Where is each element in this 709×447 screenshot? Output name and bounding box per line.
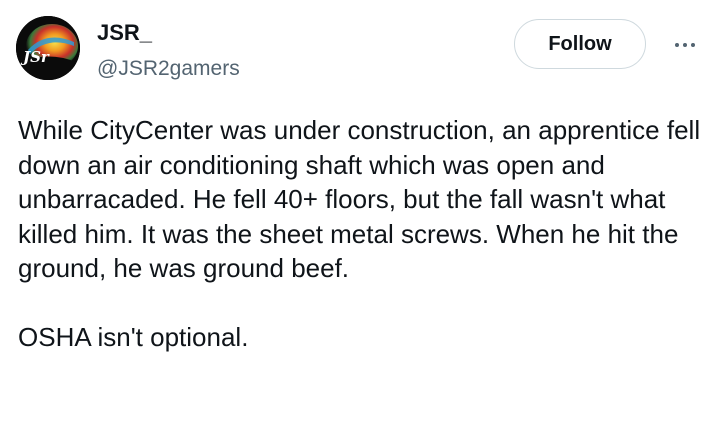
avatar-image: JSr: [16, 16, 80, 80]
tweet-text: While CityCenter was under construction,…: [18, 113, 708, 355]
more-dot: [691, 43, 695, 47]
tweet-paragraph: While CityCenter was under construction,…: [18, 115, 708, 283]
avatar[interactable]: JSr: [16, 16, 80, 80]
more-dot: [683, 43, 687, 47]
author-handle[interactable]: @JSR2gamers: [97, 56, 240, 82]
more-options-icon[interactable]: [668, 30, 702, 60]
tweet-card: JSr JSR_ @JSR2gamers Follow While CityCe…: [0, 0, 709, 447]
follow-button[interactable]: Follow: [514, 19, 646, 69]
more-dot: [675, 43, 679, 47]
avatar-logo-text: JSr: [20, 48, 50, 66]
tweet-paragraph: OSHA isn't optional.: [18, 322, 249, 352]
author-display-name[interactable]: JSR_: [97, 20, 152, 46]
